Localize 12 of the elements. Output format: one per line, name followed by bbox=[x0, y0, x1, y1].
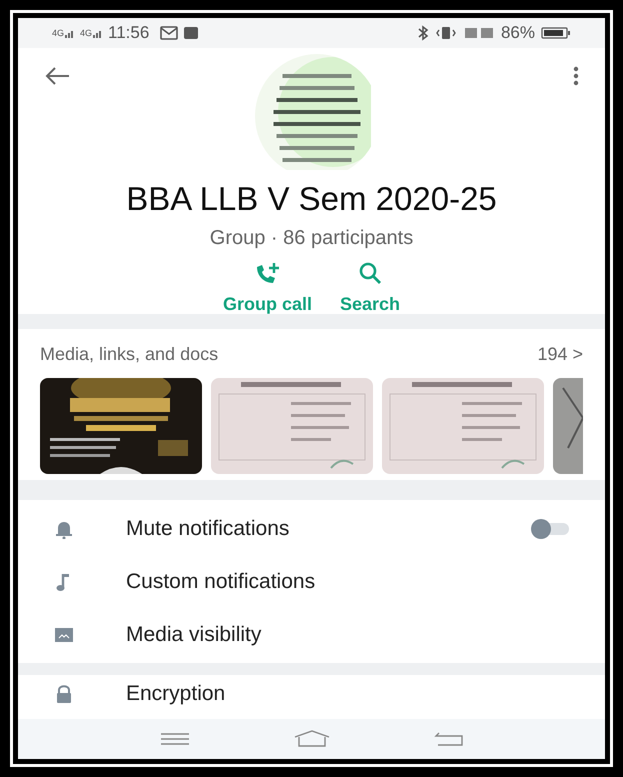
status-time: 11:56 bbox=[108, 22, 150, 44]
settings-row[interactable]: Mute notifications bbox=[18, 502, 605, 555]
group-subtitle: Group · 86 participants bbox=[210, 226, 414, 252]
battery-level: 86% bbox=[500, 22, 535, 44]
network-label: 4G bbox=[80, 28, 92, 38]
settings-row[interactable]: Media visibility bbox=[18, 608, 605, 661]
section-title: Media, links, and docs bbox=[40, 343, 218, 366]
network-label: 4G bbox=[52, 28, 64, 38]
settings-row[interactable]: Custom notifications bbox=[18, 555, 605, 608]
settings-row[interactable]: Encryption bbox=[18, 675, 605, 713]
media-count-link[interactable]: 194 > bbox=[537, 341, 583, 368]
group-name: BBA LLB V Sem 2020-25 bbox=[126, 179, 497, 219]
